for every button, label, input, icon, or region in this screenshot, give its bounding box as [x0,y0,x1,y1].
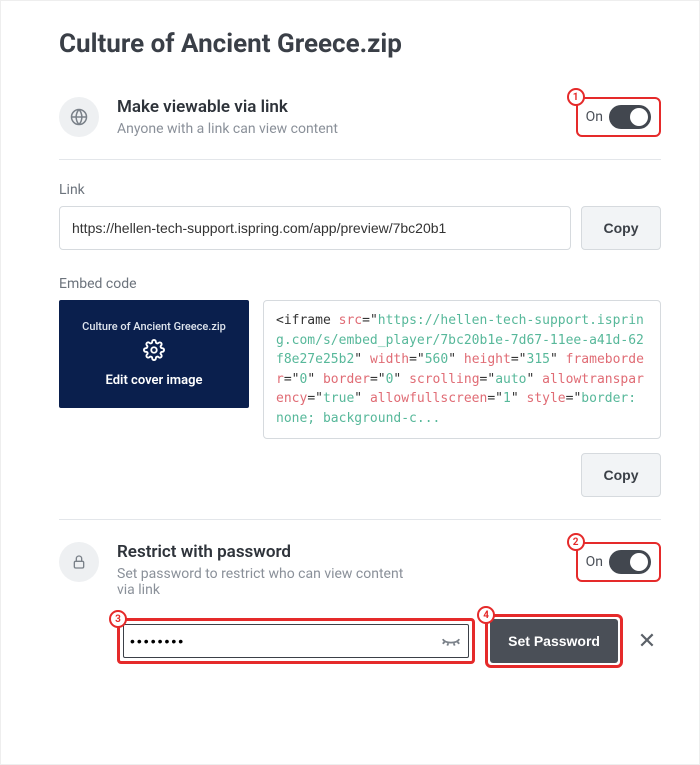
set-password-button[interactable]: Set Password [490,619,618,663]
cover-filename: Culture of Ancient Greece.zip [82,320,226,333]
cover-preview[interactable]: Culture of Ancient Greece.zip Edit cover… [59,300,249,408]
lock-icon [59,542,99,582]
restrict-heading: Restrict with password [117,542,558,562]
divider [59,519,661,520]
viewable-toggle-label: On [586,109,603,125]
gear-icon [143,339,165,365]
viewable-sub: Anyone with a link can view content [117,121,558,137]
edit-cover-label: Edit cover image [106,373,203,388]
restrict-sub: Set password to restrict who can view co… [117,566,417,598]
viewable-section: Make viewable via link Anyone with a lin… [59,97,661,137]
password-input-wrap: 3 [117,618,475,664]
viewable-toggle[interactable] [609,105,651,129]
close-icon[interactable]: ✕ [633,627,661,655]
copy-link-button[interactable]: Copy [581,206,661,250]
link-input[interactable] [59,206,571,250]
eye-closed-icon[interactable] [436,626,466,656]
restrict-section: Restrict with password Set password to r… [59,542,661,598]
callout-1: 1 [567,88,585,106]
viewable-heading: Make viewable via link [117,97,558,117]
restrict-toggle-label: On [586,554,603,570]
password-input[interactable] [120,621,436,661]
link-label: Link [59,182,661,198]
embed-label: Embed code [59,276,661,292]
restrict-toggle[interactable] [609,550,651,574]
set-password-wrap: 4 Set Password [485,614,623,668]
viewable-toggle-wrap: 1 On [576,97,661,137]
globe-icon [59,97,99,137]
callout-2: 2 [567,533,585,551]
callout-3: 3 [109,610,127,628]
page-title: Culture of Ancient Greece.zip [59,29,661,59]
restrict-toggle-wrap: 2 On [576,542,661,582]
embed-code-box[interactable]: <iframe src="https://hellen-tech-support… [263,300,661,439]
copy-embed-button[interactable]: Copy [581,453,661,497]
divider [59,159,661,160]
